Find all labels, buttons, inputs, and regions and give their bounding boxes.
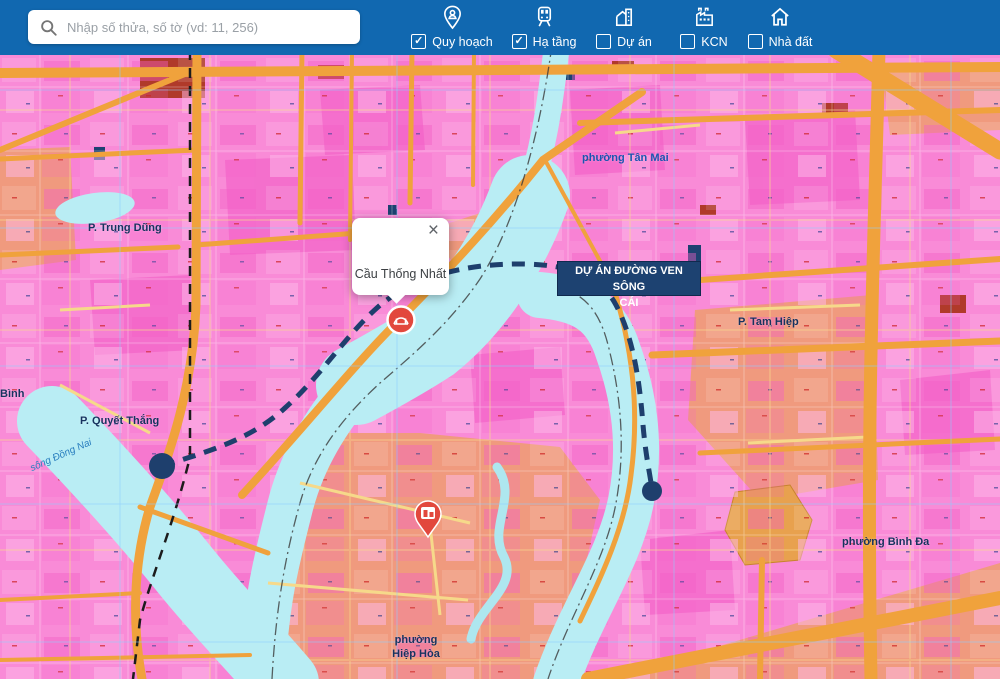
map-popup: × Cầu Thống Nhất (352, 218, 449, 295)
map-application: P. Trung Dũng phường Tân Mai P. Tam Hiệp… (0, 0, 1000, 679)
layer-checkbox-du-an[interactable] (596, 34, 611, 49)
layer-nha-dat: Nhà đất (745, 4, 815, 49)
layer-checkbox-nha-dat[interactable] (748, 34, 763, 49)
popup-title: Cầu Thống Nhất (352, 267, 449, 281)
map-graphics (0, 55, 1000, 679)
planning-pin-icon (441, 4, 464, 30)
layer-label-quy-hoach: Quy hoạch (432, 35, 492, 49)
layer-ha-tang: ✓ Hạ tầng (512, 4, 576, 49)
layer-checkbox-ha-tang[interactable]: ✓ (512, 34, 527, 49)
ward-label-trung-dung: P. Trung Dũng (88, 222, 162, 234)
search-icon (40, 19, 57, 36)
layer-du-an: Dự án (595, 4, 653, 49)
ward-label-hiep-hoa: phường Hiệp Hòa (390, 634, 442, 662)
ward-label-binh-da: phường Bình Đa (842, 536, 929, 548)
search-box[interactable] (28, 10, 360, 44)
map-canvas[interactable]: P. Trung Dũng phường Tân Mai P. Tam Hiệp… (0, 55, 1000, 679)
layer-kcn: KCN (678, 4, 730, 49)
project-label-line1: DỰ ÁN ĐƯỜNG VEN SÔNG (558, 264, 700, 296)
building-icon (612, 4, 636, 30)
layer-label-du-an: Dự án (617, 35, 652, 49)
layer-label-ha-tang: Hạ tầng (533, 35, 577, 49)
bridge-marker[interactable] (388, 307, 415, 334)
topbar: ✓ Quy hoạch ✓ Hạ tầng (0, 0, 1000, 55)
layer-label-nha-dat: Nhà đất (769, 35, 813, 49)
ward-label-tan-mai: phường Tân Mai (582, 152, 669, 164)
ward-label-quyet-thang: P. Quyết Thắng (80, 415, 159, 427)
search-input[interactable] (65, 19, 360, 36)
train-icon (533, 4, 556, 30)
layer-label-kcn: KCN (701, 35, 727, 49)
popup-close-icon[interactable]: × (428, 220, 439, 242)
factory-icon (692, 4, 717, 30)
house-icon (768, 4, 792, 30)
layer-checkbox-quy-hoach[interactable]: ✓ (411, 34, 426, 49)
layer-checkbox-kcn[interactable] (680, 34, 695, 49)
project-route-label[interactable]: DỰ ÁN ĐƯỜNG VEN SÔNG CÁI (557, 261, 701, 296)
ward-label-binh-partial: Bình (0, 388, 24, 400)
ward-label-tam-hiep: P. Tam Hiệp (738, 316, 799, 328)
project-label-line2: CÁI (558, 296, 700, 312)
route-endpoint-east[interactable] (642, 481, 662, 501)
route-endpoint-west[interactable] (149, 453, 175, 479)
layer-quy-hoach: ✓ Quy hoạch (412, 4, 492, 49)
